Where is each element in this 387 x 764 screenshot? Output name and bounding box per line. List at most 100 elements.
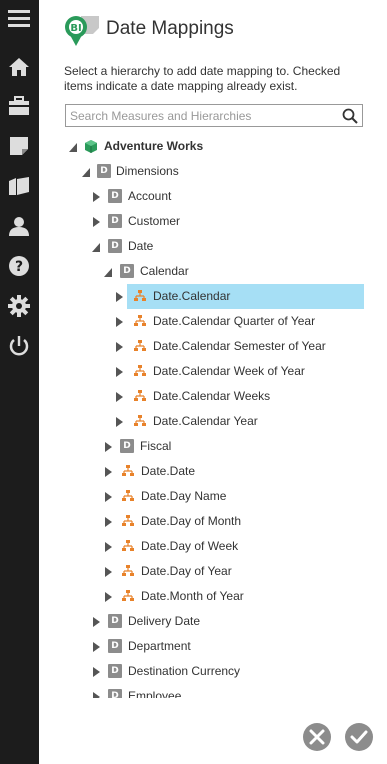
hierarchy-icon — [122, 565, 134, 576]
tree-node-label: Date.Date — [141, 464, 196, 478]
hierarchy-icon — [122, 540, 134, 551]
dimension-icon: D — [108, 189, 122, 203]
hierarchy-icon — [122, 515, 134, 526]
collapsed-arrow-icon[interactable] — [103, 516, 113, 528]
tree-node-date[interactable]: D Date — [39, 234, 387, 259]
search-input[interactable] — [66, 105, 336, 126]
collapsed-arrow-icon[interactable] — [91, 216, 101, 228]
dimension-icon: D — [108, 664, 122, 678]
tree-node-label: Date.Calendar Semester of Year — [153, 339, 326, 353]
app-sidebar: ? — [0, 0, 39, 764]
tree-node-date-day-of-week[interactable]: Date.Day of Week — [39, 534, 387, 559]
tree-node-label: Date.Day of Month — [141, 514, 242, 528]
tree-node-label: Date.Day Name — [141, 489, 227, 503]
tree-node-date-calendar-week-of-year[interactable]: Date.Calendar Week of Year — [39, 359, 387, 384]
hierarchy-icon — [122, 465, 134, 476]
collapsed-arrow-icon[interactable] — [91, 666, 101, 678]
tree-node-label: Destination Currency — [128, 664, 241, 678]
tree-node-date-day-of-month[interactable]: Date.Day of Month — [39, 509, 387, 534]
tree-node-calendar[interactable]: D Calendar — [39, 259, 387, 284]
tree-node-fiscal[interactable]: D Fiscal — [39, 434, 387, 459]
collapsed-arrow-icon[interactable] — [103, 566, 113, 578]
hierarchy-icon — [122, 590, 134, 601]
tree-node-label: Date.Day of Year — [141, 564, 232, 578]
close-icon — [309, 729, 325, 745]
tree-node-date-calendar[interactable]: Date.Calendar — [39, 284, 387, 309]
collapsed-arrow-icon[interactable] — [114, 316, 124, 328]
expanded-arrow-icon[interactable] — [103, 266, 113, 278]
power-icon[interactable] — [7, 334, 31, 358]
dialog-description: Select a hierarchy to add date mapping t… — [64, 64, 341, 93]
tree-node-label: Department — [128, 639, 191, 653]
tree-node-date-day-of-year[interactable]: Date.Day of Year — [39, 559, 387, 584]
folder-icon: D — [120, 439, 134, 453]
hierarchy-icon — [134, 340, 146, 351]
collapsed-arrow-icon[interactable] — [114, 366, 124, 378]
tree-node-date-day-name[interactable]: Date.Day Name — [39, 484, 387, 509]
folder-open-icon[interactable] — [7, 174, 31, 198]
tree-node-destination-currency[interactable]: D Destination Currency — [39, 659, 387, 684]
briefcase-icon[interactable] — [7, 94, 31, 118]
tree-node-label: Dimensions — [116, 164, 179, 178]
tree-node-label: Calendar — [140, 264, 189, 278]
menu-icon[interactable] — [7, 6, 31, 30]
tree-node-department[interactable]: D Department — [39, 634, 387, 659]
tree-node-label: Date.Calendar Year — [153, 414, 258, 428]
expanded-arrow-icon[interactable] — [81, 166, 91, 178]
collapsed-arrow-icon[interactable] — [103, 591, 113, 603]
user-icon[interactable] — [7, 214, 31, 238]
collapsed-arrow-icon[interactable] — [103, 541, 113, 553]
tree-node-adventure-works[interactable]: Adventure Works — [39, 134, 387, 159]
ok-button[interactable] — [345, 723, 373, 751]
hierarchy-icon — [134, 315, 146, 326]
collapsed-arrow-icon[interactable] — [103, 491, 113, 503]
collapsed-arrow-icon[interactable] — [91, 641, 101, 653]
collapsed-arrow-icon[interactable] — [91, 691, 101, 698]
tree-node-delivery-date[interactable]: D Delivery Date — [39, 609, 387, 634]
tree-node-label: Delivery Date — [128, 614, 201, 628]
tree-node-account[interactable]: D Account — [39, 184, 387, 209]
home-icon[interactable] — [7, 55, 31, 79]
hierarchy-icon — [122, 490, 134, 501]
tree-node-date-calendar-quarter[interactable]: Date.Calendar Quarter of Year — [39, 309, 387, 334]
date-mappings-panel: BI Date Mappings Select a hierarchy to a… — [39, 0, 387, 764]
tree-node-date-calendar-weeks[interactable]: Date.Calendar Weeks — [39, 384, 387, 409]
help-icon[interactable]: ? — [7, 254, 31, 278]
svg-text:?: ? — [15, 259, 23, 275]
gear-icon[interactable] — [7, 294, 31, 318]
expanded-arrow-icon[interactable] — [68, 141, 78, 153]
collapsed-arrow-icon[interactable] — [114, 341, 124, 353]
hierarchy-icon — [134, 415, 146, 426]
tree-node-label: Date.Month of Year — [141, 589, 244, 603]
cancel-button[interactable] — [303, 723, 331, 751]
expanded-arrow-icon[interactable] — [91, 241, 101, 253]
checkmark-icon — [350, 730, 368, 744]
tree-node-label: Date.Calendar Weeks — [153, 389, 271, 403]
dimension-icon: D — [108, 614, 122, 628]
collapsed-arrow-icon[interactable] — [103, 466, 113, 478]
collapsed-arrow-icon[interactable] — [114, 291, 124, 303]
tree-node-label: Date.Day of Week — [141, 539, 239, 553]
logo-badge-text: BI — [70, 23, 81, 34]
tree-node-date-month-of-year[interactable]: Date.Month of Year — [39, 584, 387, 609]
dialog-title: Date Mappings — [106, 18, 234, 39]
tree-node-employee[interactable]: D Employee — [39, 684, 387, 698]
dialog-header: BI Date Mappings — [63, 10, 373, 50]
collapsed-arrow-icon[interactable] — [114, 391, 124, 403]
hierarchy-icon — [134, 390, 146, 401]
collapsed-arrow-icon[interactable] — [114, 416, 124, 428]
tree-node-label: Employee — [128, 689, 182, 698]
search-icon[interactable] — [342, 108, 358, 124]
tree-node-date-calendar-year[interactable]: Date.Calendar Year — [39, 409, 387, 434]
tree-node-date-date[interactable]: Date.Date — [39, 459, 387, 484]
collapsed-arrow-icon[interactable] — [91, 616, 101, 628]
tree-node-customer[interactable]: D Customer — [39, 209, 387, 234]
note-icon[interactable] — [7, 134, 31, 158]
dimension-icon: D — [108, 689, 122, 698]
collapsed-arrow-icon[interactable] — [91, 191, 101, 203]
collapsed-arrow-icon[interactable] — [103, 441, 113, 453]
hierarchy-icon — [134, 365, 146, 376]
tree-node-label: Date.Calendar Quarter of Year — [153, 314, 316, 328]
tree-node-dimensions[interactable]: D Dimensions — [39, 159, 387, 184]
tree-node-date-calendar-semester[interactable]: Date.Calendar Semester of Year — [39, 334, 387, 359]
